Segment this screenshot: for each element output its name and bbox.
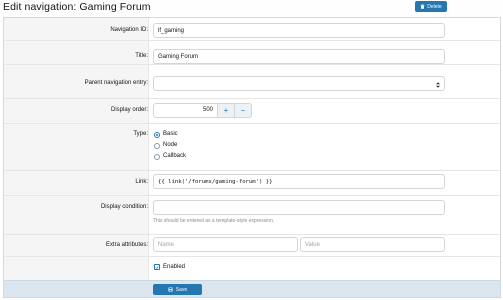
link-value: {{ link('/forums/gaming-forum') }} xyxy=(158,178,273,185)
enabled-checkbox[interactable] xyxy=(154,264,160,270)
extra-attribute-name-input[interactable]: Name xyxy=(153,237,298,252)
display-condition-label: Display condition: xyxy=(100,204,148,210)
delete-button[interactable]: Delete xyxy=(415,1,447,12)
trash-icon xyxy=(420,4,425,9)
row-divider xyxy=(4,123,500,124)
row-divider xyxy=(4,64,500,65)
parent-navigation-select[interactable] xyxy=(153,76,445,91)
navigation-form: Navigation ID: lf_gaming Title: Gaming F… xyxy=(3,17,501,298)
select-arrows-icon xyxy=(436,82,440,88)
row-divider xyxy=(4,40,500,41)
page-title: Edit navigation: Gaming Forum xyxy=(3,1,151,13)
parent-navigation-label: Parent navigation entry: xyxy=(84,80,148,86)
navigation-id-input[interactable]: lf_gaming xyxy=(153,23,445,38)
display-order-label: Display order: xyxy=(110,107,148,113)
extra-attribute-name-placeholder: Name xyxy=(158,241,175,248)
decrement-button[interactable]: − xyxy=(235,103,252,118)
link-input[interactable]: {{ link('/forums/gaming-forum') }} xyxy=(153,174,445,189)
display-condition-hint: This should be entered as a template-sty… xyxy=(153,218,275,224)
title-input[interactable]: Gaming Forum xyxy=(153,49,445,64)
save-button[interactable]: Save xyxy=(153,284,202,295)
extra-attribute-value-placeholder: Value xyxy=(305,241,320,248)
row-divider xyxy=(4,195,500,196)
title-label: Title: xyxy=(135,53,148,59)
increment-button[interactable]: + xyxy=(218,103,235,118)
extra-attribute-value-input[interactable]: Value xyxy=(300,237,445,252)
save-button-label: Save xyxy=(175,286,188,293)
link-label: Link: xyxy=(135,179,148,185)
navigation-id-value: lf_gaming xyxy=(158,27,185,34)
page-header: Edit navigation: Gaming Forum Delete xyxy=(0,0,503,14)
display-order-input[interactable]: 500 xyxy=(153,103,218,118)
type-basic-label[interactable]: Basic xyxy=(163,131,178,137)
type-callback-label[interactable]: Callback xyxy=(163,153,186,159)
row-divider xyxy=(4,234,500,235)
checkmark-icon xyxy=(155,265,159,269)
extra-attributes-label: Extra attributes: xyxy=(105,242,148,248)
navigation-id-label: Navigation ID: xyxy=(110,27,148,33)
delete-button-label: Delete xyxy=(427,3,442,10)
type-node-radio[interactable] xyxy=(154,143,160,149)
save-icon xyxy=(168,287,173,292)
type-basic-radio[interactable] xyxy=(154,132,160,138)
enabled-label[interactable]: Enabled xyxy=(163,264,185,270)
label-column xyxy=(4,18,149,280)
row-divider xyxy=(4,98,500,99)
row-divider xyxy=(4,256,500,257)
display-condition-input[interactable] xyxy=(153,200,445,215)
type-label: Type: xyxy=(133,131,148,137)
row-divider xyxy=(4,170,500,171)
type-node-label[interactable]: Node xyxy=(163,142,177,148)
type-callback-radio[interactable] xyxy=(154,154,160,160)
form-footer: Save xyxy=(4,280,500,297)
title-value: Gaming Forum xyxy=(158,53,199,60)
